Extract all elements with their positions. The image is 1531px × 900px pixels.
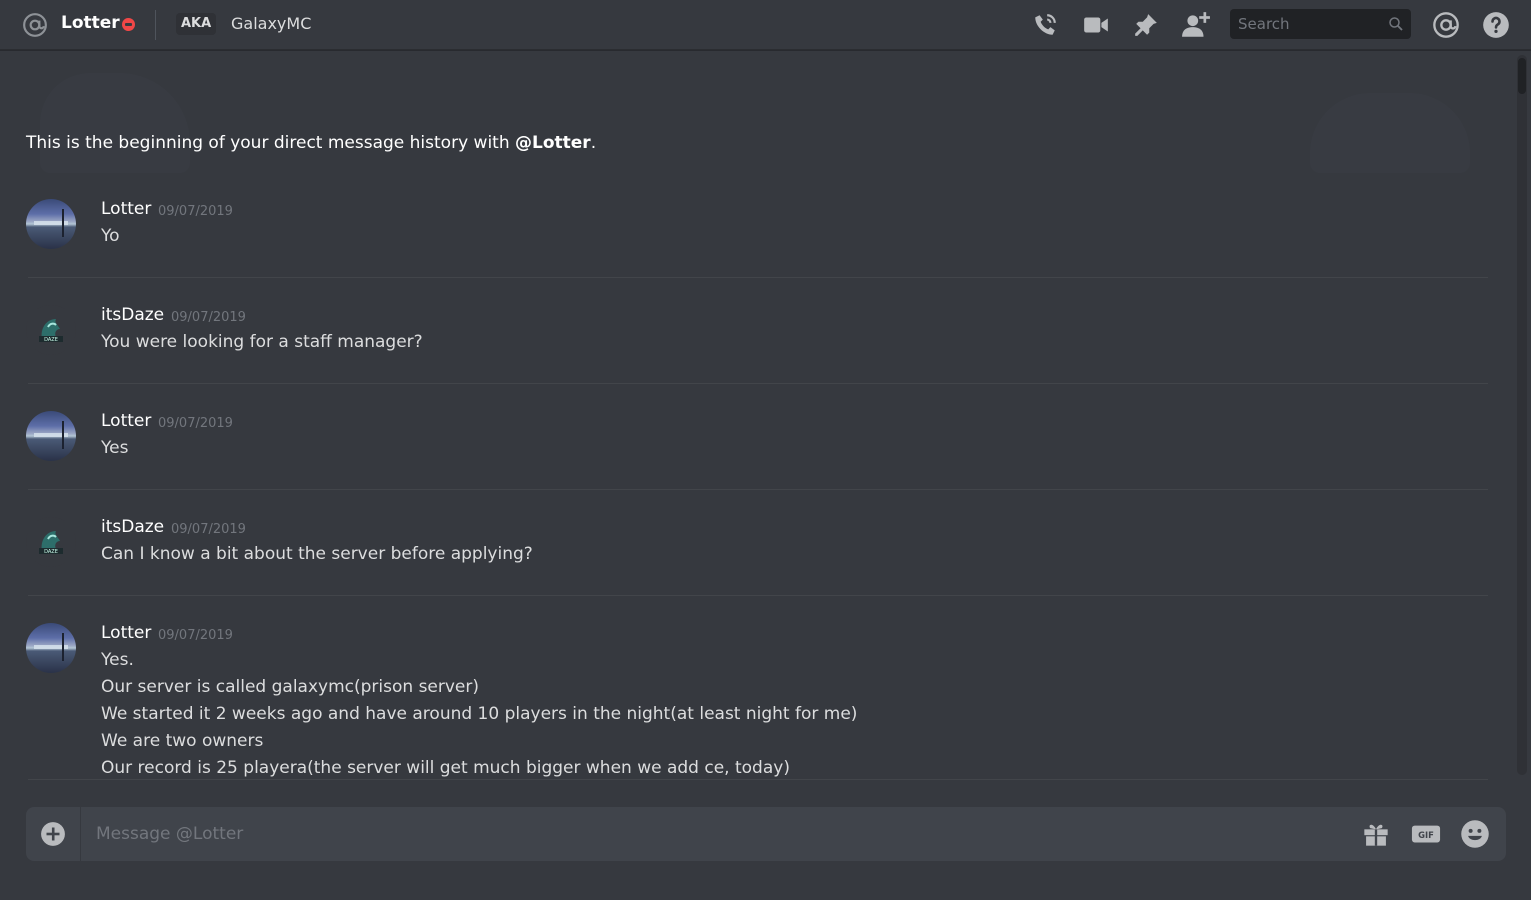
message-author[interactable]: Lotter [101, 623, 151, 643]
svg-text:GIF: GIF [1418, 830, 1434, 840]
aka-name: GalaxyMC [231, 14, 311, 33]
message-content: Yo [101, 226, 120, 246]
scrollbar-thumb[interactable] [1518, 58, 1526, 94]
channel-header: Lotter AKA GalaxyMC [0, 0, 1531, 50]
background-decoration [40, 73, 190, 173]
message-divider [28, 489, 1488, 490]
at-icon [22, 12, 48, 38]
daze-logo-icon: DAZE [26, 305, 76, 355]
message-divider [28, 277, 1488, 278]
composer-divider [80, 807, 81, 861]
message-timestamp: 09/07/2019 [171, 522, 246, 537]
svg-text:DAZE: DAZE [44, 337, 58, 343]
message-list[interactable]: This is the beginning of your direct mes… [0, 51, 1515, 786]
message-author[interactable]: Lotter [101, 411, 151, 431]
intro-text: This is the beginning of your direct mes… [26, 133, 515, 153]
video-icon [1082, 12, 1110, 38]
avatar[interactable]: DAZE [26, 517, 76, 567]
message-timestamp: 09/07/2019 [158, 416, 233, 431]
header-divider [155, 10, 156, 40]
avatar[interactable]: DAZE [26, 305, 76, 355]
message-timestamp: 09/07/2019 [158, 204, 233, 219]
message-content: We are two owners [101, 731, 263, 751]
gif-icon: GIF [1411, 823, 1441, 845]
add-attachment-button[interactable] [40, 821, 66, 847]
avatar[interactable] [26, 623, 76, 673]
avatar[interactable] [26, 199, 76, 249]
add-friend-icon [1181, 11, 1211, 39]
message-divider [28, 779, 1488, 780]
message-timestamp: 09/07/2019 [171, 310, 246, 325]
message-content: Can I know a bit about the server before… [101, 544, 533, 564]
call-button[interactable] [1030, 10, 1060, 40]
emoji-icon [1460, 819, 1490, 849]
call-icon [1032, 12, 1058, 38]
search-icon [1387, 15, 1405, 33]
gift-button[interactable] [1361, 819, 1391, 849]
message-author[interactable]: Lotter [101, 199, 151, 219]
background-decoration [1310, 93, 1470, 173]
message-content: You were looking for a staff manager? [101, 332, 423, 352]
message-composer: GIF [26, 807, 1506, 861]
dnd-status-icon [122, 18, 135, 31]
message-content: Yes [101, 438, 128, 458]
message-author[interactable]: itsDaze [101, 305, 164, 325]
message-author[interactable]: itsDaze [101, 517, 164, 537]
emoji-button[interactable] [1460, 819, 1490, 849]
message-scrollbar[interactable] [1517, 55, 1527, 775]
pin-icon [1133, 12, 1159, 38]
gif-button[interactable]: GIF [1411, 819, 1441, 849]
help-button[interactable] [1481, 10, 1511, 40]
dm-username[interactable]: Lotter [61, 13, 120, 33]
message-content: Yes. [101, 650, 134, 670]
aka-badge: AKA [176, 13, 216, 35]
message-divider [28, 383, 1488, 384]
message-content: We started it 2 weeks ago and have aroun… [101, 704, 857, 724]
dm-history-intro: This is the beginning of your direct mes… [26, 133, 596, 153]
add-attachment-icon [40, 821, 66, 847]
help-icon [1482, 11, 1510, 39]
daze-logo-icon: DAZE [26, 517, 76, 567]
search-input[interactable] [1230, 9, 1380, 39]
gift-icon [1362, 820, 1390, 848]
mentions-button[interactable] [1431, 10, 1461, 40]
message-content: Our server is called galaxymc(prison ser… [101, 677, 479, 697]
svg-text:DAZE: DAZE [44, 549, 58, 555]
message-input[interactable] [94, 807, 1344, 861]
message-divider [28, 595, 1488, 596]
search-bar[interactable] [1230, 9, 1411, 39]
video-call-button[interactable] [1081, 10, 1111, 40]
pinned-messages-button[interactable] [1131, 10, 1161, 40]
avatar[interactable] [26, 411, 76, 461]
message-timestamp: 09/07/2019 [158, 628, 233, 643]
intro-mention[interactable]: @Lotter [515, 133, 591, 153]
add-friend-button[interactable] [1181, 10, 1211, 40]
mentions-icon [1432, 11, 1460, 39]
intro-suffix: . [591, 133, 596, 153]
message-content: Our record is 25 playera(the server will… [101, 758, 790, 778]
